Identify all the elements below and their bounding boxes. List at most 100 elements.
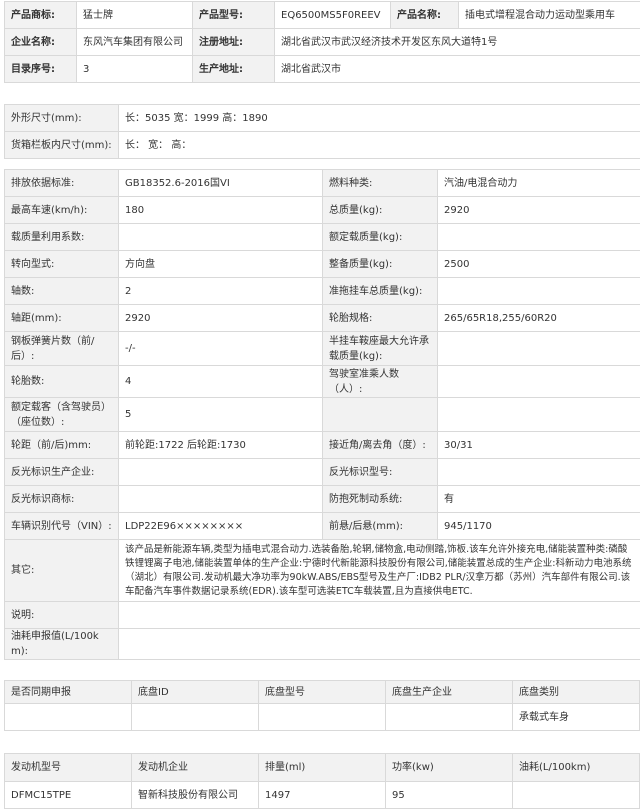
cargo-dimension-value: 长： 宽： 高：	[119, 132, 640, 159]
param-value: 前轮距:1722 后轮距:1730	[119, 432, 323, 459]
param-label: 轮距（前/后)mm:	[5, 432, 119, 459]
catalog-no-value: 3	[77, 56, 193, 83]
param-row: 反光标识生产企业: 反光标识型号:	[5, 459, 640, 486]
param-label: 轮胎数:	[5, 366, 119, 398]
company-value: 东风汽车集团有限公司	[77, 29, 193, 56]
param-label: 额定载客（含驾驶员）（座位数）:	[5, 398, 119, 432]
param-value: 汽油/电混合动力	[438, 170, 640, 197]
other-row: 其它: 该产品是新能源车辆,类型为插电式混合动力.选装备胎,轮辋,储物盒,电动侧…	[5, 540, 640, 602]
param-label: 最高车速(km/h):	[5, 197, 119, 224]
prod-address-value: 湖北省武汉市	[275, 56, 640, 83]
param-value: -/-	[119, 332, 323, 366]
param-value: 180	[119, 197, 323, 224]
param-value	[438, 278, 640, 305]
chassis-table: 是否同期申报 底盘ID 底盘型号 底盘生产企业 底盘类别 承载式车身	[4, 680, 640, 731]
dimension-row: 外形尺寸(mm): 长：5035 宽：1999 高：1890	[5, 105, 640, 132]
note-row: 说明:	[5, 602, 640, 629]
param-row: 最高车速(km/h): 180 总质量(kg): 2920	[5, 197, 640, 224]
product-name-label: 产品名称:	[391, 2, 459, 29]
param-row: 轴数: 2 准拖挂车总质量(kg):	[5, 278, 640, 305]
brand-value: 猛士牌	[77, 2, 193, 29]
model-value: EQ6500MS5F0REEV	[275, 2, 391, 29]
chassis-cell: 承载式车身	[513, 704, 640, 731]
chassis-cell	[259, 704, 386, 731]
engine-header-cell: 发动机企业	[132, 754, 259, 782]
param-label: 轴数:	[5, 278, 119, 305]
company-label: 企业名称:	[5, 29, 77, 56]
param-value: 945/1170	[438, 513, 640, 540]
engine-header-cell: 发动机型号	[5, 754, 132, 782]
param-row: 轴距(mm): 2920 轮胎规格: 265/65R18,255/60R20	[5, 305, 640, 332]
param-value	[438, 224, 640, 251]
reg-address-label: 注册地址:	[193, 29, 275, 56]
chassis-header-cell: 底盘类别	[513, 681, 640, 704]
param-row: 载质量利用系数: 额定载质量(kg):	[5, 224, 640, 251]
param-value	[438, 398, 640, 432]
engine-cell: 95	[386, 782, 513, 809]
param-label: 前悬/后悬(mm):	[323, 513, 438, 540]
company-row: 企业名称: 东风汽车集团有限公司 注册地址: 湖北省武汉市武汉经济技术开发区东风…	[5, 29, 640, 56]
chassis-header-cell: 底盘ID	[132, 681, 259, 704]
param-row: 轮距（前/后)mm: 前轮距:1722 后轮距:1730 接近角/离去角（度）:…	[5, 432, 640, 459]
brand-label: 产品商标:	[5, 2, 77, 29]
param-value: 2920	[119, 305, 323, 332]
catalog-row: 目录序号: 3 生产地址: 湖北省武汉市	[5, 56, 640, 83]
fuel-row: 油耗申报值(L/100km):	[5, 629, 640, 660]
param-label: 燃料种类:	[323, 170, 438, 197]
param-label: 准拖挂车总质量(kg):	[323, 278, 438, 305]
param-label: 额定载质量(kg):	[323, 224, 438, 251]
table-row: DFMC15TPE 智新科技股份有限公司 1497 95	[5, 782, 640, 809]
param-value: 5	[119, 398, 323, 432]
param-value: LDP22E96××××××××	[119, 513, 323, 540]
engine-table: 发动机型号 发动机企业 排量(ml) 功率(kw) 油耗(L/100km) DF…	[4, 753, 640, 809]
param-row: 转向型式: 方向盘 整备质量(kg): 2500	[5, 251, 640, 278]
param-label: 反光标识商标:	[5, 486, 119, 513]
param-label: 车辆识别代号（VIN）:	[5, 513, 119, 540]
param-label: 载质量利用系数:	[5, 224, 119, 251]
param-label: 驾驶室准乘人数（人）:	[323, 366, 438, 398]
param-row: 轮胎数: 4 驾驶室准乘人数（人）:	[5, 366, 640, 398]
param-value: 2920	[438, 197, 640, 224]
param-value	[119, 459, 323, 486]
param-value: 30/31	[438, 432, 640, 459]
param-label: 整备质量(kg):	[323, 251, 438, 278]
param-label: 总质量(kg):	[323, 197, 438, 224]
chassis-header-row: 是否同期申报 底盘ID 底盘型号 底盘生产企业 底盘类别	[5, 681, 640, 704]
param-value	[438, 366, 640, 398]
engine-cell	[513, 782, 640, 809]
param-value: 265/65R18,255/60R20	[438, 305, 640, 332]
chassis-cell	[386, 704, 513, 731]
param-value: 2500	[438, 251, 640, 278]
param-value	[119, 486, 323, 513]
param-label: 反光标识生产企业:	[5, 459, 119, 486]
other-value: 该产品是新能源车辆,类型为插电式混合动力.选装备胎,轮辋,储物盒,电动侧踏,饰板…	[119, 540, 640, 602]
other-label: 其它:	[5, 540, 119, 602]
engine-cell: 1497	[259, 782, 386, 809]
spacer-row	[5, 159, 640, 170]
param-label	[323, 398, 438, 432]
param-value: 有	[438, 486, 640, 513]
engine-header-cell: 功率(kw)	[386, 754, 513, 782]
param-label: 排放依据标准:	[5, 170, 119, 197]
param-value	[438, 332, 640, 366]
cargo-dimension-label: 货箱栏板内尺寸(mm):	[5, 132, 119, 159]
param-label: 防抱死制动系统:	[323, 486, 438, 513]
chassis-header-cell: 是否同期申报	[5, 681, 132, 704]
engine-header-cell: 排量(ml)	[259, 754, 386, 782]
param-value: 方向盘	[119, 251, 323, 278]
parameter-table: 外形尺寸(mm): 长：5035 宽：1999 高：1890 货箱栏板内尺寸(m…	[4, 104, 640, 660]
param-row: 车辆识别代号（VIN）: LDP22E96×××××××× 前悬/后悬(mm):…	[5, 513, 640, 540]
param-value: GB18352.6-2016国VI	[119, 170, 323, 197]
param-label: 轴距(mm):	[5, 305, 119, 332]
param-value	[119, 224, 323, 251]
param-row: 额定载客（含驾驶员）（座位数）: 5	[5, 398, 640, 432]
fuel-label: 油耗申报值(L/100km):	[5, 629, 119, 660]
param-row: 钢板弹簧片数（前/后）: -/- 半挂车鞍座最大允许承载质量(kg):	[5, 332, 640, 366]
param-row: 反光标识商标: 防抱死制动系统: 有	[5, 486, 640, 513]
catalog-no-label: 目录序号:	[5, 56, 77, 83]
prod-address-label: 生产地址:	[193, 56, 275, 83]
table-row: 承载式车身	[5, 704, 640, 731]
param-label: 接近角/离去角（度）:	[323, 432, 438, 459]
product-name-value: 插电式增程混合动力运动型乘用车	[459, 2, 640, 29]
product-info-table: 产品商标: 猛士牌 产品型号: EQ6500MS5F0REEV 产品名称: 插电…	[4, 1, 640, 83]
